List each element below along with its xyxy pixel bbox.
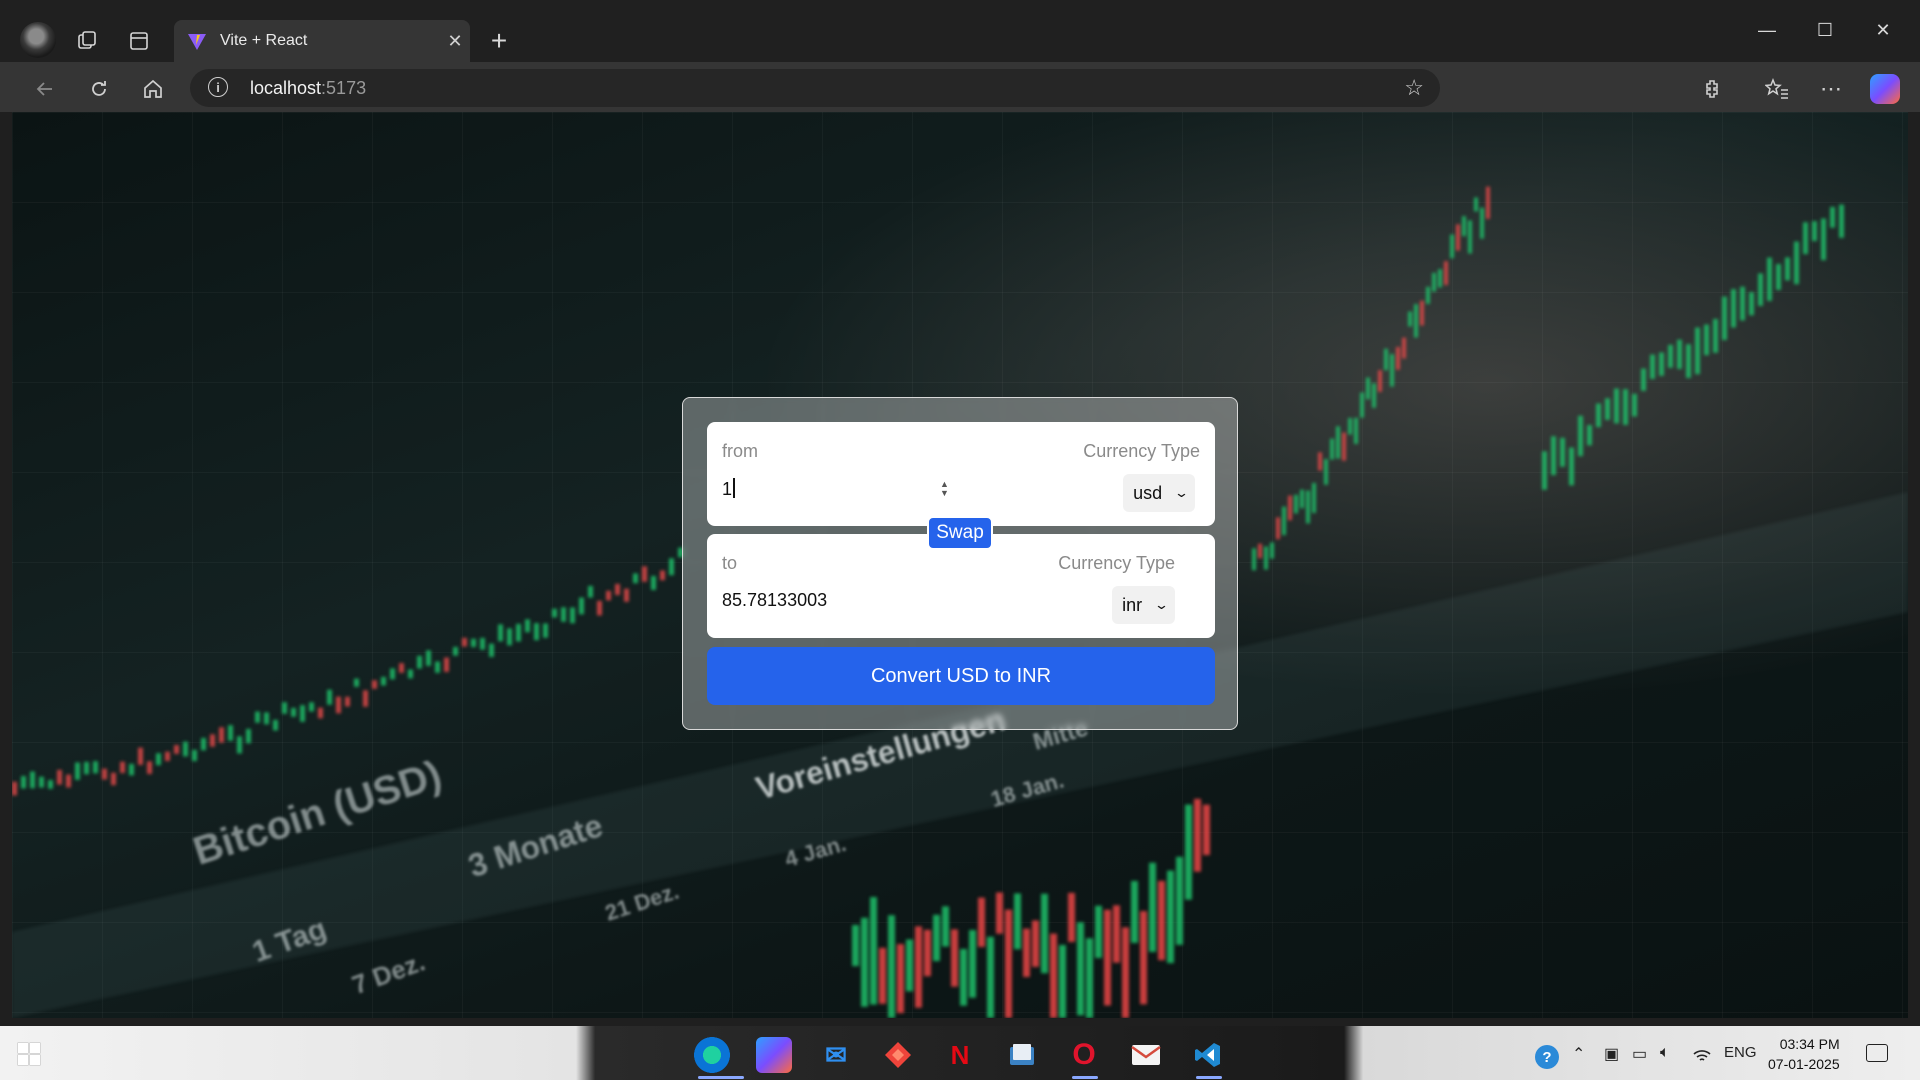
edge-active-indicator: [698, 1076, 744, 1079]
to-amount-input[interactable]: 85.78133003: [722, 590, 827, 611]
from-label: from: [722, 441, 758, 461]
anydesk-icon[interactable]: [880, 1037, 916, 1073]
netflix-icon[interactable]: N: [942, 1037, 978, 1073]
extensions-icon[interactable]: [1696, 72, 1730, 106]
from-box: from Currency Type 1 ▲ ▼ usd ⌄: [707, 422, 1215, 526]
from-currency-type-label: Currency Type: [1083, 441, 1200, 461]
favorite-star-icon[interactable]: ☆: [1404, 75, 1424, 101]
to-label: to: [722, 553, 738, 573]
gmail-icon[interactable]: [1128, 1037, 1164, 1073]
help-icon[interactable]: ?: [1534, 1044, 1560, 1075]
battery-icon[interactable]: ▭: [1632, 1044, 1647, 1064]
maximize-button[interactable]: ☐: [1800, 20, 1850, 41]
chevron-down-icon: ⌄: [1153, 597, 1170, 612]
address-bar[interactable]: i localhost:5173 ☆: [190, 69, 1440, 107]
copilot-app-icon[interactable]: [756, 1037, 792, 1073]
reload-button[interactable]: [82, 72, 116, 106]
tab-title: Vite + React: [220, 32, 308, 49]
chevron-down-icon: ⌄: [1173, 485, 1190, 500]
home-button[interactable]: [136, 72, 170, 106]
system-clock[interactable]: 03:34 PM 07-01-2025: [1768, 1034, 1840, 1074]
favorites-icon[interactable]: [1760, 72, 1794, 106]
opera-active-indicator: [1072, 1076, 1098, 1079]
address-url: localhost:5173: [250, 78, 367, 98]
minimize-button[interactable]: —: [1742, 20, 1792, 41]
volume-icon[interactable]: 🔈︎: [1660, 1044, 1670, 1062]
language-indicator[interactable]: ENG: [1724, 1044, 1757, 1061]
vite-icon: [186, 30, 208, 52]
to-currency-select[interactable]: inr ⌄: [1112, 586, 1175, 624]
wifi-icon[interactable]: [1692, 1044, 1712, 1067]
clock-time: 03:34 PM: [1779, 1036, 1840, 1052]
file-explorer-icon[interactable]: [1004, 1037, 1040, 1073]
windows-start-icon[interactable]: [18, 1043, 40, 1065]
to-currency-type-label: Currency Type: [1058, 553, 1175, 573]
tray-device-icon[interactable]: ▣: [1604, 1044, 1619, 1064]
vscode-active-indicator: [1196, 1076, 1222, 1079]
active-tab[interactable]: Vite + React ✕: [174, 20, 470, 62]
workspaces-icon[interactable]: [70, 24, 104, 58]
convert-button[interactable]: Convert USD to INR: [707, 647, 1215, 705]
notifications-icon[interactable]: [1866, 1044, 1888, 1062]
tab-close-icon[interactable]: ✕: [440, 31, 470, 52]
mail-icon[interactable]: ✉: [818, 1037, 854, 1073]
close-window-button[interactable]: ✕: [1858, 20, 1908, 41]
copilot-icon[interactable]: [1868, 72, 1902, 106]
browser-tab-bar: Vite + React ✕ + — ☐ ✕: [0, 0, 1920, 62]
back-button[interactable]: [28, 72, 62, 106]
from-amount-input[interactable]: 1: [722, 478, 735, 500]
opera-icon[interactable]: O: [1066, 1037, 1102, 1073]
vscode-icon[interactable]: [1190, 1037, 1226, 1073]
number-spinner-icon[interactable]: ▲ ▼: [940, 480, 949, 498]
svg-text:?: ?: [1542, 1049, 1551, 1066]
converter-card: from Currency Type 1 ▲ ▼ usd ⌄ to Currency…: [682, 397, 1238, 730]
swap-button[interactable]: Swap: [927, 516, 993, 550]
clock-date: 07-01-2025: [1768, 1056, 1840, 1072]
more-options-icon[interactable]: ⋯: [1814, 72, 1848, 106]
site-info-icon[interactable]: i: [208, 77, 228, 97]
tray-chevron-up-icon[interactable]: ⌃: [1572, 1044, 1585, 1064]
tab-actions-icon[interactable]: [122, 24, 156, 58]
edge-icon[interactable]: [694, 1037, 730, 1073]
new-tab-button[interactable]: +: [482, 25, 516, 57]
from-currency-select[interactable]: usd ⌄: [1123, 474, 1195, 512]
profile-avatar[interactable]: [20, 22, 56, 58]
